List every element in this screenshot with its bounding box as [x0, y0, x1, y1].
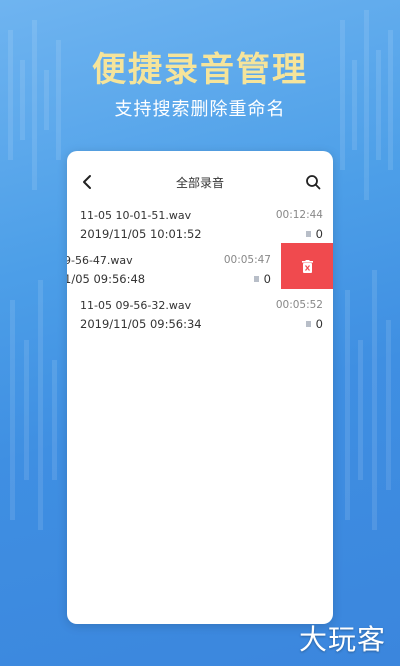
watermark: 大玩客 — [298, 623, 386, 656]
recording-count-value: 0 — [263, 272, 271, 286]
search-icon[interactable] — [305, 174, 321, 190]
promo-subline: 支持搜索删除重命名 — [114, 99, 286, 120]
recording-item[interactable]: 11-05 09-56-32.wav 2019/11/05 09:56:34 0… — [67, 297, 333, 341]
promo-headline: 便捷录音管理 — [92, 50, 308, 90]
recording-name: 9-56-47.wav — [67, 254, 133, 267]
recording-count: 0 — [305, 227, 323, 241]
recording-name: 11-05 10-01-51.wav — [80, 209, 192, 222]
recording-duration: 00:05:52 — [275, 299, 323, 311]
trash-icon — [301, 259, 313, 273]
tag-icon — [253, 276, 259, 282]
tag-icon — [305, 231, 311, 237]
recording-duration: 00:05:47 — [223, 254, 271, 266]
recording-count-value: 0 — [315, 227, 323, 241]
app-bar: 全部录音 — [67, 151, 333, 213]
recording-date: 2019/11/05 10:01:52 — [80, 227, 202, 241]
recording-duration: 00:12:44 — [275, 209, 323, 221]
page-title: 全部录音 — [175, 176, 224, 190]
recording-name: 11-05 09-56-32.wav — [80, 299, 192, 312]
recording-date: 2019/11/05 09:56:34 — [80, 317, 202, 331]
recording-date: 1/05 09:56:48 — [67, 272, 146, 286]
recording-count-value: 0 — [315, 317, 323, 331]
recording-count: 0 — [305, 317, 323, 331]
delete-button[interactable] — [281, 243, 333, 289]
recording-count: 0 — [253, 272, 271, 286]
phone-screen: 全部录音 11-05 10-01-51.wav 2019/11/05 10:01… — [67, 151, 333, 624]
tag-icon — [305, 321, 311, 327]
